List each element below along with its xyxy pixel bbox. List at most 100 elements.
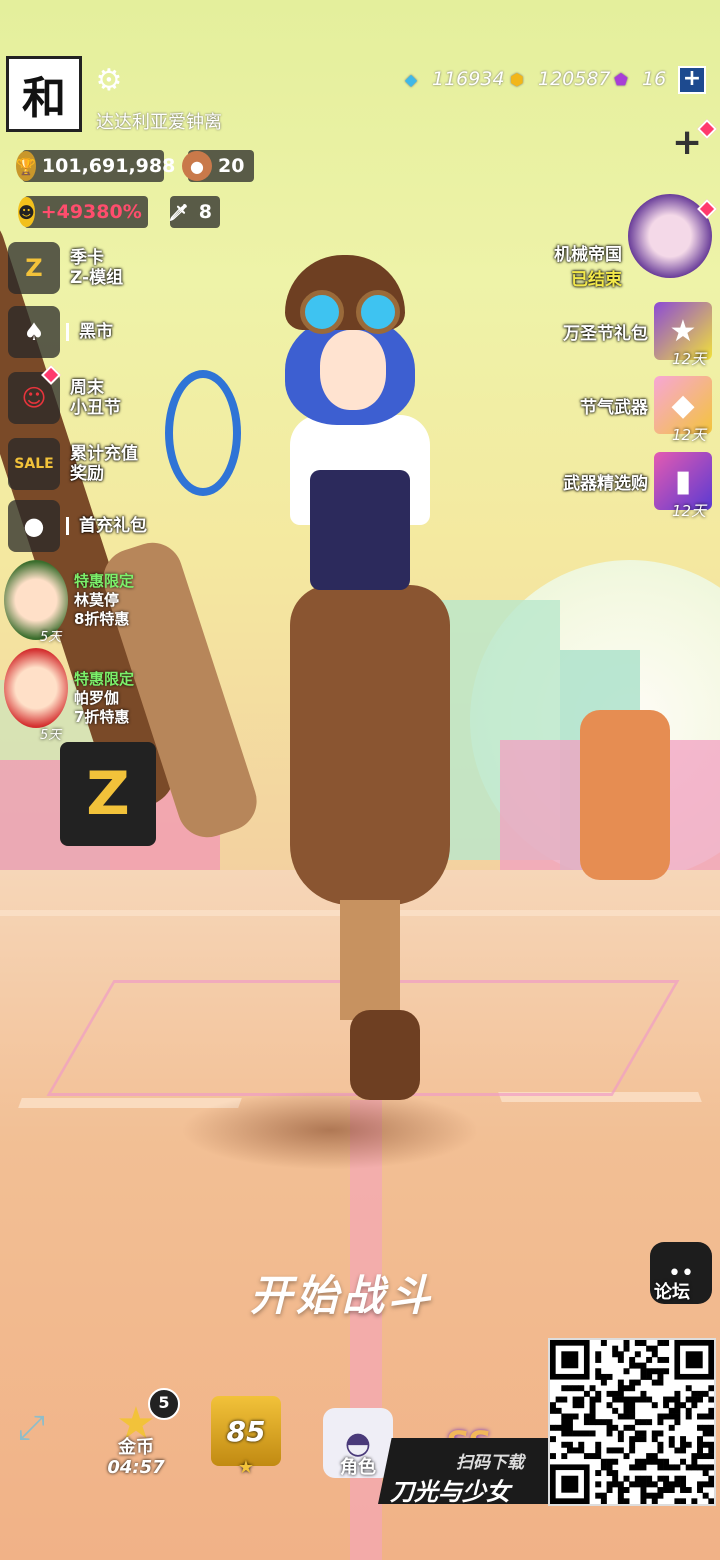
start-battle-button[interactable]: 开始战斗 <box>250 1262 434 1323</box>
gold-badge: 5 <box>148 1388 180 1420</box>
qr-module <box>623 1424 630 1431</box>
qr-module <box>561 1430 568 1437</box>
qr-finder <box>561 1351 579 1369</box>
qr-module <box>663 1458 670 1465</box>
qr-finder <box>685 1351 703 1369</box>
qr-module <box>697 1481 703 1488</box>
qr-module <box>589 1385 596 1392</box>
mech-empire-event[interactable]: 机械帝国 已结束 <box>554 182 712 290</box>
qr-module <box>623 1402 630 1409</box>
add-currency-button[interactable]: + <box>678 66 706 94</box>
level-nav-button[interactable]: 85 ★ <box>206 1388 286 1478</box>
qr-module <box>640 1430 647 1437</box>
festival-weapon-days: 12天 <box>672 426 707 444</box>
qr-module <box>550 1407 556 1414</box>
qr-module <box>640 1498 647 1505</box>
forum-label[interactable]: 论坛 <box>654 1278 690 1304</box>
player-avatar[interactable]: 和 <box>6 56 82 132</box>
qr-module <box>663 1402 670 1409</box>
qr-module <box>697 1447 703 1454</box>
qr-module <box>595 1390 602 1397</box>
goggle-lens <box>300 290 344 334</box>
qr-module <box>612 1396 619 1403</box>
qr-module <box>612 1470 619 1477</box>
qr-module <box>629 1481 636 1488</box>
qr-module <box>566 1413 573 1420</box>
qr-module <box>708 1413 715 1420</box>
qr-module <box>595 1396 602 1403</box>
character-label: 角色 <box>340 1457 376 1478</box>
gem-currency[interactable]: ◆ 116934 <box>396 64 505 94</box>
black-market-entry[interactable]: ♠ 黑市 <box>8 306 113 358</box>
qr-module <box>629 1407 636 1414</box>
qr-module <box>685 1407 692 1414</box>
hero-days: 5天 <box>40 630 62 645</box>
expand-icon[interactable]: ⤢ <box>18 1408 45 1448</box>
qr-module <box>646 1458 653 1465</box>
character-pants[interactable] <box>290 585 450 905</box>
qr-module <box>578 1447 585 1454</box>
qr-module <box>674 1464 681 1471</box>
gear-icon[interactable]: ⚙ <box>92 64 126 98</box>
qr-finder <box>561 1475 579 1493</box>
z-module-box-icon[interactable]: Z <box>60 742 156 846</box>
qr-module <box>646 1345 653 1352</box>
character-face <box>320 330 386 410</box>
qr-module <box>595 1447 602 1454</box>
qr-module <box>617 1430 624 1437</box>
qr-module <box>589 1407 596 1414</box>
hero-deal-text[interactable]: 特惠限定 林莫停 8折特惠 <box>74 572 134 629</box>
qr-module <box>623 1453 630 1460</box>
qr-module <box>629 1402 636 1409</box>
season-line1: 季卡 <box>70 248 104 268</box>
recharge-reward-entry[interactable]: SALE 累计充值 奖励 <box>8 438 138 490</box>
character-nav-button[interactable]: ◓ 角色 <box>318 1388 398 1478</box>
coin-value: 120587 <box>538 68 611 90</box>
coin-currency[interactable]: ⬢ 120587 <box>502 64 611 94</box>
qr-module <box>640 1458 647 1465</box>
qr-module <box>668 1424 675 1431</box>
qr-module <box>589 1453 596 1460</box>
hero-tag: 特惠限定 <box>74 670 135 688</box>
qr-module <box>617 1487 624 1493</box>
qr-module <box>623 1340 630 1346</box>
qr-module <box>640 1373 647 1380</box>
first-charge-entry[interactable]: ● 首充礼包 <box>8 500 147 552</box>
season-card-entry[interactable]: Z 季卡 Z-模组 <box>8 242 123 294</box>
clown-line2: 小丑节 <box>70 398 121 418</box>
clown-festival-entry[interactable]: ☺ 周末 小丑节 <box>8 372 121 424</box>
boost-counter[interactable]: ☻ +49380% <box>18 196 148 228</box>
qr-code <box>548 1338 716 1506</box>
qr-module <box>617 1481 624 1488</box>
qr-module <box>657 1458 664 1465</box>
qr-module <box>612 1475 619 1482</box>
qr-module <box>617 1396 624 1403</box>
hero-deal-text[interactable]: 特惠限定 帕罗伽 7折特惠 <box>74 670 134 727</box>
hero-portrait-pa[interactable] <box>4 648 68 728</box>
scan-download-label: 扫码下载 <box>456 1453 524 1473</box>
season-line2: Z-模组 <box>70 268 124 288</box>
qr-module <box>657 1413 664 1420</box>
qr-module <box>668 1407 675 1414</box>
qr-module <box>646 1475 653 1482</box>
qr-module <box>651 1345 658 1352</box>
crystal-currency[interactable]: ⬟ 16 <box>606 64 666 94</box>
qr-module <box>702 1453 709 1460</box>
qr-module <box>708 1475 715 1482</box>
qr-module <box>708 1407 715 1414</box>
qr-module <box>629 1447 636 1454</box>
qr-module <box>697 1441 703 1448</box>
divider <box>66 517 69 535</box>
qr-module <box>640 1368 647 1375</box>
qr-module <box>561 1453 568 1460</box>
qr-module <box>702 1492 709 1499</box>
qr-module <box>612 1390 619 1397</box>
qr-module <box>595 1481 602 1488</box>
qr-module <box>595 1373 602 1380</box>
level-star-icon: ★ <box>237 1457 255 1478</box>
qr-module <box>640 1464 647 1471</box>
qr-module <box>646 1373 653 1380</box>
qr-module <box>606 1481 613 1488</box>
season-card-label: 季卡 Z-模组 <box>70 248 123 288</box>
qr-module <box>566 1441 573 1448</box>
